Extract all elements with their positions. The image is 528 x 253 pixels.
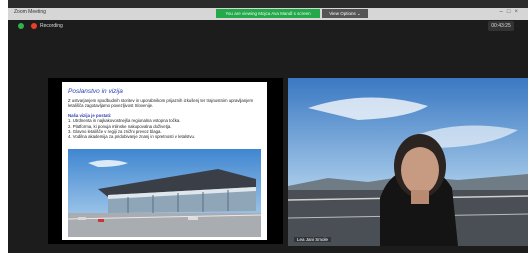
window-controls[interactable]: –□×: [500, 9, 522, 15]
slide-paragraph: Z ustvarjanjem spodbudnih storitev in up…: [68, 98, 254, 109]
airport-terminal-photo: [68, 149, 261, 237]
recording-icon: [31, 23, 37, 29]
participant-video: [288, 78, 528, 246]
shield-icon[interactable]: [18, 23, 24, 29]
screen-share-banner: You are viewing Mojca Ava Mandl s screen: [216, 9, 320, 18]
minimize-icon[interactable]: –: [500, 9, 507, 15]
participant-video-tile[interactable]: Lea Jani Smole: [288, 78, 528, 246]
left-margin: [0, 0, 8, 253]
view-options-button[interactable]: View Options ⌄: [322, 9, 368, 18]
window-title: Zoom Meeting: [14, 9, 46, 15]
recording-label: Recording: [40, 23, 63, 29]
slide-list-item: 4. Vodilna akademija za pridobivanje zna…: [68, 134, 196, 140]
slide-body: Z ustvarjanjem spodbudnih storitev in up…: [68, 98, 263, 140]
meeting-area: Recording 00:43:25 Poslanstvo in vizija …: [8, 20, 528, 253]
close-icon[interactable]: ×: [514, 9, 522, 15]
status-row: Recording 00:43:25: [8, 20, 528, 32]
presentation-slide: Poslanstvo in vizija Z ustvarjanjem spod…: [62, 82, 267, 240]
meeting-timer: 00:43:25: [488, 21, 514, 31]
zoom-window: Zoom Meeting You are viewing Mojca Ava M…: [0, 0, 528, 253]
slide-title: Poslanstvo in vizija: [68, 88, 123, 95]
participant-name-label: Lea Jani Smole: [294, 237, 332, 242]
shared-screen-tile[interactable]: Poslanstvo in vizija Z ustvarjanjem spod…: [48, 78, 283, 244]
title-bar: Zoom Meeting You are viewing Mojca Ava M…: [8, 8, 528, 20]
